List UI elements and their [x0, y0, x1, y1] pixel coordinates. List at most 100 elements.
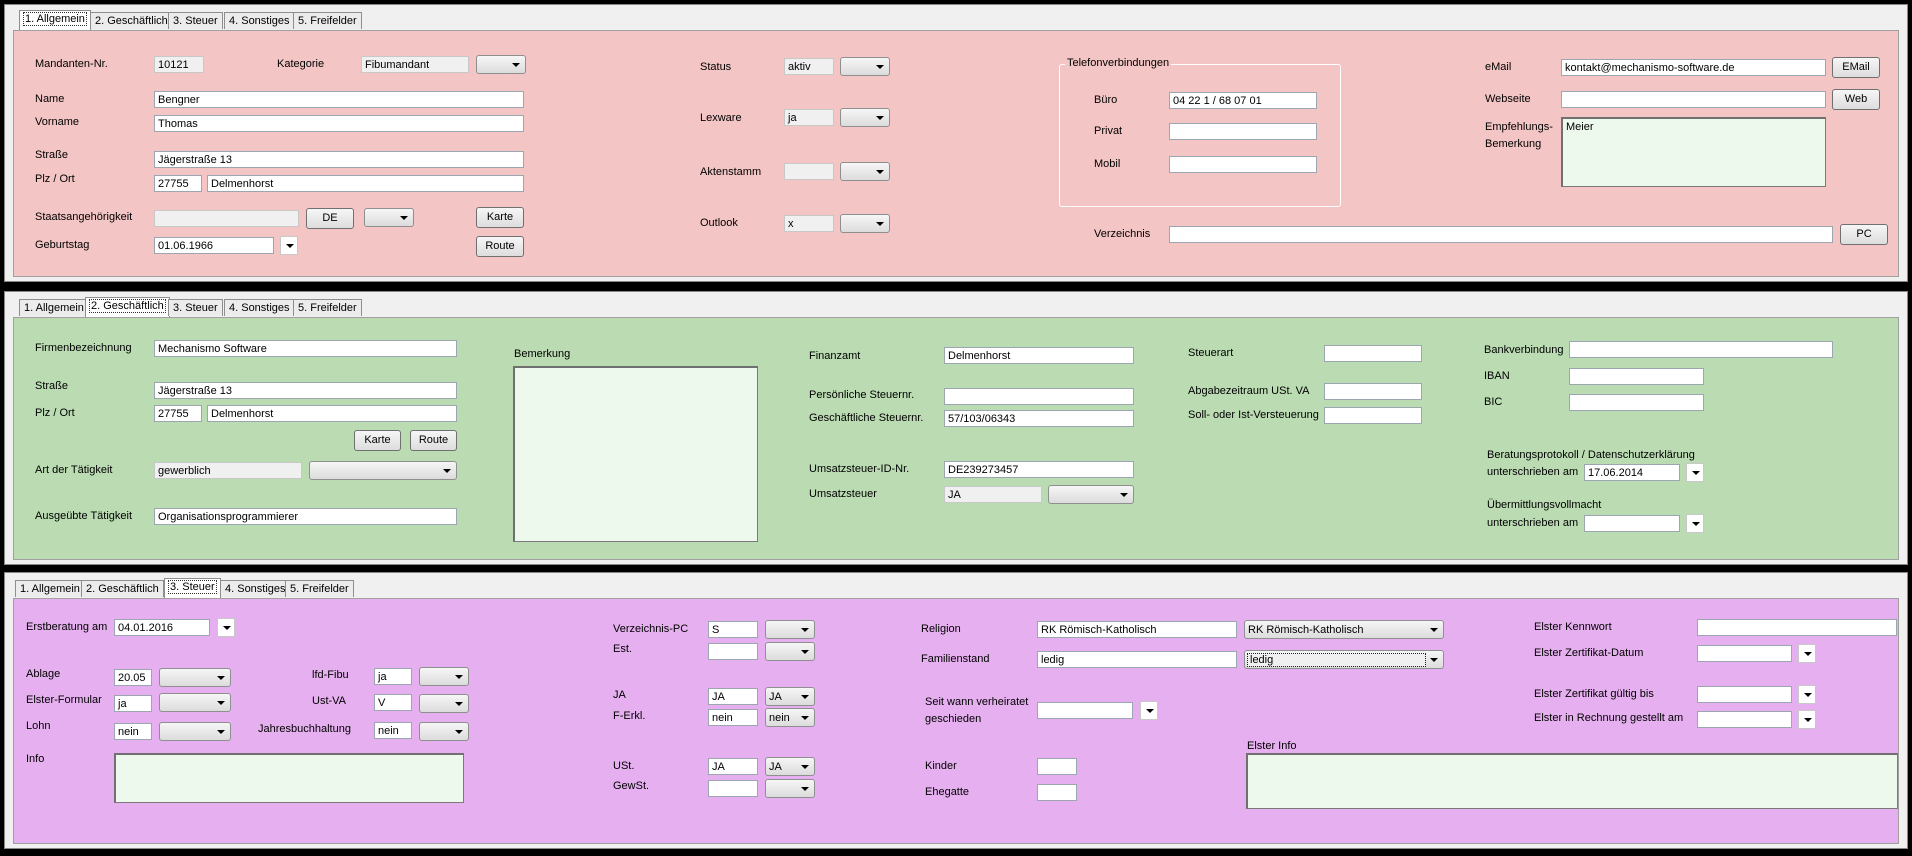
elster-info-field[interactable] [1246, 753, 1898, 809]
tab-allgemein[interactable]: 1. Allgemein [19, 10, 91, 30]
umsatzsteuer-field[interactable]: JA [944, 486, 1042, 503]
abgabezeitraum-field[interactable] [1324, 383, 1422, 400]
karte-button[interactable]: Karte [476, 207, 524, 228]
tab-steuer[interactable]: 3. Steuer [168, 299, 223, 316]
ust-va-dropdown[interactable] [419, 694, 469, 713]
erstberatung-datepicker[interactable] [217, 618, 235, 637]
tab-freifelder[interactable]: 5. Freifelder [293, 299, 362, 316]
tab-allgemein[interactable]: 1. Allgemein [15, 580, 85, 597]
jahresbuchhaltung-field[interactable]: nein [374, 722, 412, 739]
ehegatte-field[interactable] [1037, 784, 1077, 801]
plz-field[interactable]: 27755 [154, 175, 202, 192]
staatsangehoerigkeit-field[interactable] [154, 210, 299, 227]
staat-dropdown[interactable] [364, 208, 414, 227]
name-field[interactable]: Bengner [154, 91, 524, 108]
umsatzsteuer-dropdown[interactable] [1048, 485, 1134, 504]
pers-steuernr-field[interactable] [944, 388, 1134, 405]
tab-geschaeftlich[interactable]: 2. Geschäftlich [81, 580, 164, 597]
lfd-fibu-field[interactable]: ja [374, 668, 412, 685]
elster-formular-field[interactable]: ja [114, 695, 152, 712]
bic-field[interactable] [1569, 394, 1704, 411]
email-button[interactable]: EMail [1832, 57, 1880, 78]
route-button[interactable]: Route [410, 430, 457, 451]
steuerart-field[interactable] [1324, 345, 1422, 362]
tab-freifelder[interactable]: 5. Freifelder [293, 12, 362, 29]
lexware-field[interactable]: ja [784, 109, 834, 126]
gewst-field[interactable] [708, 780, 758, 797]
elster-zertifikat-datum-field[interactable] [1697, 645, 1792, 662]
religion-field[interactable]: RK Römisch-Katholisch [1037, 621, 1237, 638]
outlook-dropdown[interactable] [840, 214, 890, 233]
unterschrieben-field-1[interactable]: 17.06.2014 [1584, 464, 1680, 481]
gewst-dropdown[interactable] [765, 779, 815, 798]
ustid-field[interactable]: DE239273457 [944, 461, 1134, 478]
geburtstag-datepicker[interactable] [280, 236, 298, 255]
seit-wann-field[interactable] [1037, 702, 1133, 719]
status-dropdown[interactable] [840, 57, 890, 76]
mobil-field[interactable] [1169, 156, 1317, 173]
bemerkung-field[interactable] [513, 366, 758, 542]
elster-formular-dropdown[interactable] [159, 693, 231, 712]
familienstand-dropdown[interactable]: ledig [1244, 650, 1444, 669]
jahresbuchhaltung-dropdown[interactable] [419, 722, 469, 741]
ort-field[interactable]: Delmenhorst [207, 405, 457, 422]
buero-field[interactable]: 04 22 1 / 68 07 01 [1169, 92, 1317, 109]
ort-field[interactable]: Delmenhorst [207, 175, 524, 192]
elster-zertifikat-gueltig-datepicker[interactable] [1798, 685, 1816, 704]
bankverbindung-field[interactable] [1569, 341, 1833, 358]
karte-button[interactable]: Karte [354, 430, 401, 451]
verzeichnis-field[interactable] [1169, 226, 1833, 243]
privat-field[interactable] [1169, 123, 1317, 140]
status-field[interactable]: aktiv [784, 58, 834, 75]
kinder-field[interactable] [1037, 758, 1077, 775]
est-field[interactable] [708, 643, 758, 660]
elster-rechnung-datepicker[interactable] [1798, 710, 1816, 729]
tab-geschaeftlich[interactable]: 2. Geschäftlich [85, 297, 170, 317]
de-button[interactable]: DE [306, 208, 354, 229]
tab-freifelder[interactable]: 5. Freifelder [285, 580, 354, 597]
pc-button[interactable]: PC [1840, 224, 1888, 245]
lohn-dropdown[interactable] [159, 722, 231, 741]
ablage-dropdown[interactable] [159, 668, 231, 687]
seit-wann-datepicker[interactable] [1140, 701, 1158, 720]
tab-geschaeftlich[interactable]: 2. Geschäftlich [90, 12, 173, 29]
tab-steuer[interactable]: 3. Steuer [164, 578, 221, 598]
soll-ist-field[interactable] [1324, 407, 1422, 424]
finanzamt-field[interactable]: Delmenhorst [944, 347, 1134, 364]
lexware-dropdown[interactable] [840, 108, 890, 127]
lfd-fibu-dropdown[interactable] [419, 667, 469, 686]
ust-va-field[interactable]: V [374, 694, 412, 711]
tab-sonstiges[interactable]: 4. Sonstiges [220, 580, 291, 597]
elster-rechnung-field[interactable] [1697, 711, 1792, 728]
elster-kennwort-field[interactable] [1697, 619, 1897, 636]
ferkl-dropdown[interactable]: nein [765, 708, 815, 727]
firma-field[interactable]: Mechanismo Software [154, 340, 457, 357]
plz-field[interactable]: 27755 [154, 405, 202, 422]
familienstand-field[interactable]: ledig [1037, 651, 1237, 668]
tab-steuer[interactable]: 3. Steuer [168, 12, 223, 29]
ja-field[interactable]: JA [708, 688, 758, 705]
iban-field[interactable] [1569, 368, 1704, 385]
email-field[interactable]: kontakt@mechanismo-software.de [1561, 59, 1826, 76]
empfehlung-field[interactable]: Meier [1561, 117, 1826, 187]
strasse-field[interactable]: Jägerstraße 13 [154, 382, 457, 399]
ablage-field[interactable]: 20.05 [114, 669, 152, 686]
aktenstamm-dropdown[interactable] [840, 162, 890, 181]
verzeichnis-pc-field[interactable]: S [708, 621, 758, 638]
ja-dropdown[interactable]: JA [765, 687, 815, 706]
unterschrieben-field-2[interactable] [1584, 515, 1680, 532]
kategorie-field[interactable]: Fibumandant [361, 56, 469, 73]
erstberatung-field[interactable]: 04.01.2016 [114, 619, 210, 636]
outlook-field[interactable]: x [784, 215, 834, 232]
tab-sonstiges[interactable]: 4. Sonstiges [224, 299, 295, 316]
elster-zertifikat-datum-datepicker[interactable] [1798, 644, 1816, 663]
kategorie-dropdown[interactable] [476, 55, 526, 74]
strasse-field[interactable]: Jägerstraße 13 [154, 151, 524, 168]
unterschrieben-datepicker-2[interactable] [1686, 514, 1704, 533]
elster-zertifikat-gueltig-field[interactable] [1697, 686, 1792, 703]
gesch-steuernr-field[interactable]: 57/103/06343 [944, 410, 1134, 427]
ausgeuebt-field[interactable]: Organisationsprogrammierer [154, 508, 457, 525]
aktenstamm-field[interactable] [784, 163, 834, 180]
unterschrieben-datepicker-1[interactable] [1686, 463, 1704, 482]
religion-dropdown[interactable]: RK Römisch-Katholisch [1244, 620, 1444, 639]
